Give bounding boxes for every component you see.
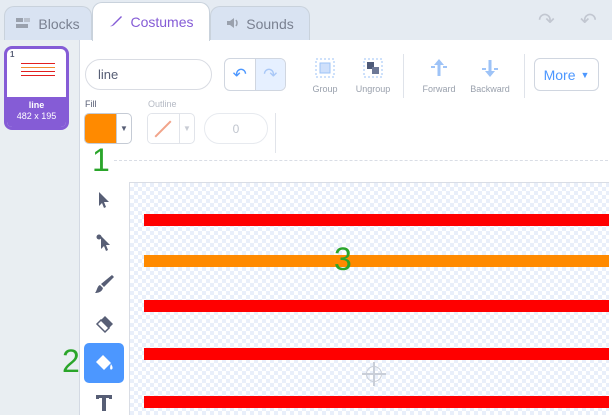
- outline-label: Outline: [148, 99, 177, 109]
- fill-tool[interactable]: [84, 343, 124, 383]
- forward-button[interactable]: Forward: [412, 56, 466, 94]
- editor-tab-bar: Blocks Costumes Sounds ↷ ↶: [0, 0, 612, 41]
- canvas-stripe[interactable]: [144, 396, 609, 408]
- mode-divider: [275, 113, 276, 153]
- outline-width-input[interactable]: 0: [204, 113, 268, 144]
- fill-label: Fill: [85, 99, 97, 109]
- eraser-tool[interactable]: [84, 304, 124, 344]
- ungroup-label: Ungroup: [355, 84, 391, 94]
- speaker-icon: [226, 16, 240, 32]
- costume-number: 1: [10, 50, 15, 59]
- tab-costumes-label: Costumes: [130, 14, 194, 30]
- canvas-stripe[interactable]: [144, 348, 609, 360]
- outline-color-picker[interactable]: ▼: [147, 113, 195, 144]
- backward-icon: [482, 60, 498, 77]
- backward-label: Backward: [470, 84, 510, 94]
- toolbar-separator: [403, 54, 404, 98]
- costume-meta: line 482 x 195: [7, 97, 66, 127]
- paintbrush-icon: [95, 275, 114, 293]
- group-icon: [315, 58, 335, 78]
- costume-name-input[interactable]: [85, 59, 212, 90]
- blocks-icon: [16, 16, 32, 32]
- center-crosshair-icon: [362, 362, 386, 386]
- costume-name: line: [28, 100, 45, 110]
- toolbar-separator: [524, 54, 525, 98]
- annotation-1: 1: [92, 142, 110, 178]
- undo-button[interactable]: ↶: [225, 59, 256, 90]
- forward-icon: [431, 59, 447, 76]
- paint-bucket-icon: [96, 355, 113, 370]
- costume-size: 482 x 195: [16, 111, 57, 121]
- costume-item[interactable]: 1 line 482 x 195: [4, 46, 69, 130]
- fill-color-picker[interactable]: ▼: [84, 113, 132, 144]
- brush-tool[interactable]: [84, 264, 124, 304]
- outline-dropdown-arrow-icon: ▼: [179, 114, 194, 143]
- backward-button[interactable]: Backward: [463, 56, 517, 94]
- annotation-2: 2: [62, 343, 80, 379]
- fill-dropdown-arrow-icon: ▼: [116, 114, 131, 143]
- tab-blocks[interactable]: Blocks: [4, 6, 92, 40]
- canvas-content: [144, 193, 609, 415]
- tab-sounds[interactable]: Sounds: [210, 6, 310, 40]
- select-arrow-icon: [99, 192, 109, 208]
- undo-redo-group: ↶ ↷: [224, 58, 286, 91]
- annotation-3: 3: [334, 241, 352, 277]
- select-tool[interactable]: [84, 180, 124, 220]
- outline-none-swatch: [148, 114, 180, 143]
- tab-costumes[interactable]: Costumes: [92, 2, 210, 41]
- eraser-icon: [95, 316, 113, 334]
- forward-label: Forward: [422, 84, 456, 94]
- fill-color-swatch: [85, 114, 117, 143]
- ungroup-icon: [363, 58, 383, 78]
- global-undo-icon[interactable]: ↶: [580, 8, 597, 33]
- canvas-stripe[interactable]: [144, 300, 609, 312]
- text-icon: [96, 395, 112, 411]
- tab-blocks-label: Blocks: [38, 15, 80, 32]
- group-label: Group: [312, 84, 338, 94]
- redo-button[interactable]: ↷: [255, 59, 285, 90]
- drawing-canvas[interactable]: [129, 182, 609, 415]
- group-button[interactable]: Group: [298, 56, 352, 94]
- toolbar-divider: [114, 160, 608, 161]
- more-label: More: [543, 66, 576, 83]
- costume-thumbnail: [21, 63, 55, 81]
- paint-editor: ↶ ↷ Group Ungroup Forward Backward More …: [62, 40, 612, 415]
- ungroup-button[interactable]: Ungroup: [346, 56, 400, 94]
- reshape-tool[interactable]: [84, 222, 124, 262]
- tab-sounds-label: Sounds: [246, 15, 294, 32]
- caret-down-icon: ▼: [580, 69, 590, 80]
- canvas-stripe[interactable]: [144, 214, 609, 226]
- reshape-icon: [96, 234, 110, 251]
- more-button[interactable]: More ▼: [534, 58, 599, 91]
- text-tool[interactable]: [84, 383, 124, 415]
- canvas-stripe[interactable]: [144, 255, 609, 267]
- brush-icon: [108, 14, 124, 31]
- global-redo-icon[interactable]: ↷: [538, 8, 555, 33]
